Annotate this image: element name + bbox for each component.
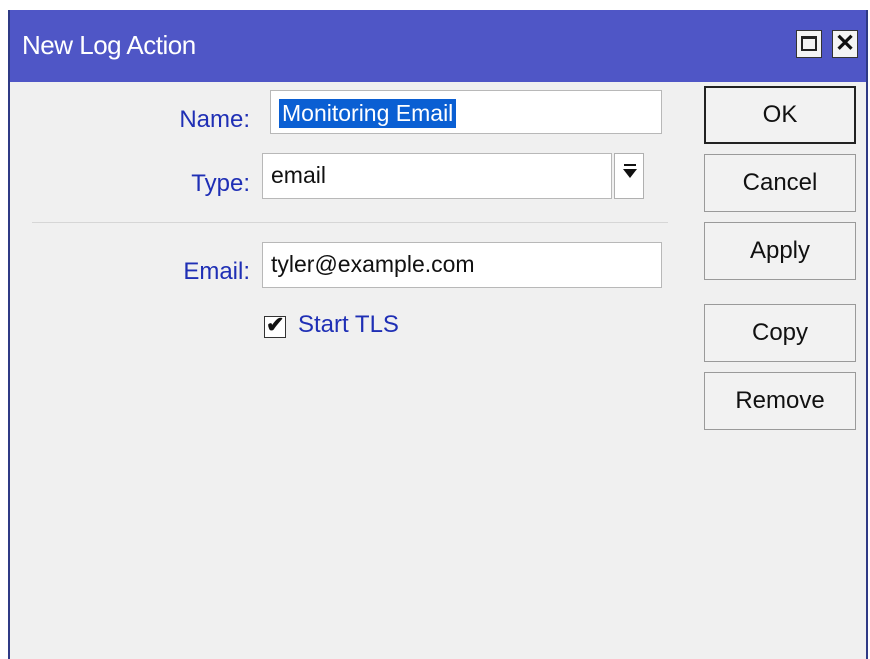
type-select[interactable]: email: [262, 153, 612, 199]
type-label: Type:: [191, 170, 250, 197]
log-action-dialog: New Log Action ✕ Name: Monitoring Email …: [8, 10, 868, 659]
start-tls-label[interactable]: Start TLS: [298, 311, 399, 339]
apply-button[interactable]: Apply: [704, 222, 856, 280]
start-tls-checkbox[interactable]: ✔: [264, 312, 286, 338]
email-label: Email:: [183, 258, 250, 285]
close-icon[interactable]: ✕: [832, 30, 858, 58]
separator: [32, 222, 668, 223]
remove-button[interactable]: Remove: [704, 372, 856, 430]
maximize-icon[interactable]: [796, 30, 822, 58]
name-input[interactable]: Monitoring Email: [270, 90, 662, 134]
window-title: New Log Action: [22, 30, 196, 60]
type-value: email: [271, 162, 326, 188]
cancel-button[interactable]: Cancel: [704, 154, 856, 212]
name-label: Name:: [179, 106, 250, 133]
copy-button[interactable]: Copy: [704, 304, 856, 362]
check-icon: ✔: [266, 312, 285, 337]
title-bar[interactable]: New Log Action ✕: [10, 10, 866, 82]
chevron-down-icon[interactable]: [614, 153, 644, 199]
ok-button[interactable]: OK: [704, 86, 856, 144]
email-value: tyler@example.com: [271, 251, 475, 277]
name-value: Monitoring Email: [279, 99, 457, 128]
email-field[interactable]: tyler@example.com: [262, 242, 662, 288]
